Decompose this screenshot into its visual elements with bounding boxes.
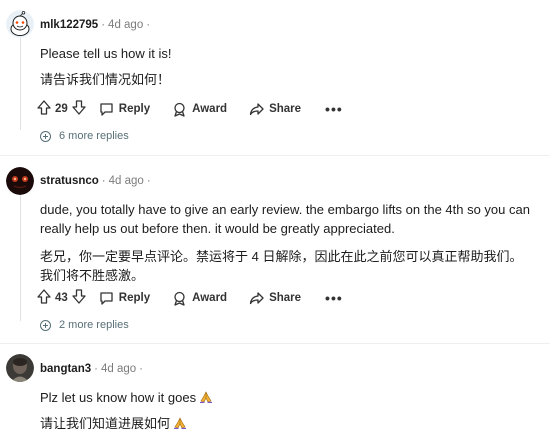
more-options-button[interactable]: •••: [322, 98, 346, 120]
award-button[interactable]: Award: [169, 98, 230, 120]
more-replies-label: 2 more replies: [59, 319, 129, 331]
divider: [0, 155, 550, 156]
separator-dot: ·: [146, 175, 151, 187]
ellipsis-icon: •••: [325, 101, 343, 117]
award-icon: [172, 291, 187, 306]
award-label: Award: [192, 103, 228, 115]
share-button[interactable]: Share: [246, 287, 304, 309]
username[interactable]: bangtan3: [40, 363, 91, 375]
timestamp[interactable]: 4d ago: [101, 363, 136, 375]
comment-meta: bangtan3 · 4d ago ·: [40, 362, 146, 376]
comment: stratusnco · 4d ago · dude, you totally hav…: [0, 160, 550, 340]
award-icon: [172, 102, 187, 117]
praying-hands-icon: [173, 415, 187, 430]
avatar[interactable]: [6, 167, 34, 195]
reply-icon: [99, 102, 114, 116]
comment-body: Plz let us know how it goes 请让我们知道进展如何: [40, 388, 540, 433]
comment-meta: stratusnco · 4d ago ·: [40, 174, 154, 188]
separator-dot: ·: [101, 19, 106, 31]
expand-plus-icon: [40, 319, 51, 331]
share-icon: [249, 102, 264, 116]
comment-text-translation: 请告诉我们情况如何！: [40, 72, 171, 87]
downvote-icon[interactable]: [72, 100, 86, 118]
comment-text-translation: 请让我们知道进展如何: [40, 416, 171, 431]
award-button[interactable]: Award: [169, 287, 230, 309]
separator-dot: ·: [101, 175, 106, 187]
upvote-icon[interactable]: [37, 100, 51, 118]
reply-icon: [99, 291, 114, 305]
more-replies-link[interactable]: 6 more replies: [40, 127, 129, 145]
separator-dot: ·: [139, 363, 143, 375]
comment-actions: 43 Reply Award Share •••: [37, 287, 346, 309]
divider: [0, 343, 550, 344]
separator-dot: ·: [146, 19, 151, 31]
more-replies-link[interactable]: 2 more replies: [40, 316, 129, 334]
share-label: Share: [269, 292, 302, 304]
comment-text: dude, you totally have to give an early …: [40, 202, 530, 236]
ellipsis-icon: •••: [325, 290, 343, 306]
share-icon: [249, 291, 264, 305]
timestamp[interactable]: 4d ago: [109, 175, 144, 187]
vote-count: 29: [55, 103, 68, 115]
upvote-icon[interactable]: [37, 289, 51, 307]
vote-count: 43: [55, 292, 68, 304]
reply-label: Reply: [118, 103, 151, 115]
more-options-button[interactable]: •••: [322, 287, 346, 309]
vote-group: 29: [37, 100, 86, 118]
more-replies-label: 6 more replies: [59, 130, 129, 142]
separator-dot: ·: [94, 363, 98, 375]
downvote-icon[interactable]: [72, 289, 86, 307]
username[interactable]: mlk122795: [40, 19, 98, 31]
comment: mlk122795 · 4d ago · Please tell us how it …: [0, 0, 550, 150]
comment-body: Please tell us how it is! 请告诉我们情况如何！: [40, 44, 540, 89]
comment-text: Please tell us how it is!: [40, 46, 172, 61]
expand-plus-icon: [40, 130, 51, 142]
award-label: Award: [192, 292, 228, 304]
username[interactable]: stratusnco: [40, 175, 99, 187]
comment-text-translation-line: 请让我们知道进展如何: [40, 414, 540, 433]
comment: bangtan3 · 4d ago · Plz let us know how it …: [0, 348, 550, 437]
comment-text-translation: 老兄，你一定要早点评论。禁运将于 4 日解除，因此在此之前您可以真正帮助我们。我…: [40, 249, 523, 283]
comment-text: Plz let us know how it goes: [40, 390, 197, 405]
comment-text-line: Plz let us know how it goes: [40, 388, 540, 407]
comment-actions: 29 Reply Award Share •••: [37, 98, 346, 120]
timestamp[interactable]: 4d ago: [108, 19, 143, 31]
comment-meta: mlk122795 · 4d ago ·: [40, 18, 153, 32]
praying-hands-icon: [199, 389, 213, 404]
reply-button[interactable]: Reply: [96, 287, 153, 309]
comment-body: dude, you totally have to give an early …: [40, 200, 530, 285]
avatar[interactable]: [6, 354, 34, 382]
avatar[interactable]: [6, 10, 34, 38]
share-button[interactable]: Share: [246, 98, 304, 120]
share-label: Share: [269, 103, 302, 115]
vote-group: 43: [37, 289, 86, 307]
reply-button[interactable]: Reply: [96, 98, 153, 120]
reply-label: Reply: [118, 292, 151, 304]
